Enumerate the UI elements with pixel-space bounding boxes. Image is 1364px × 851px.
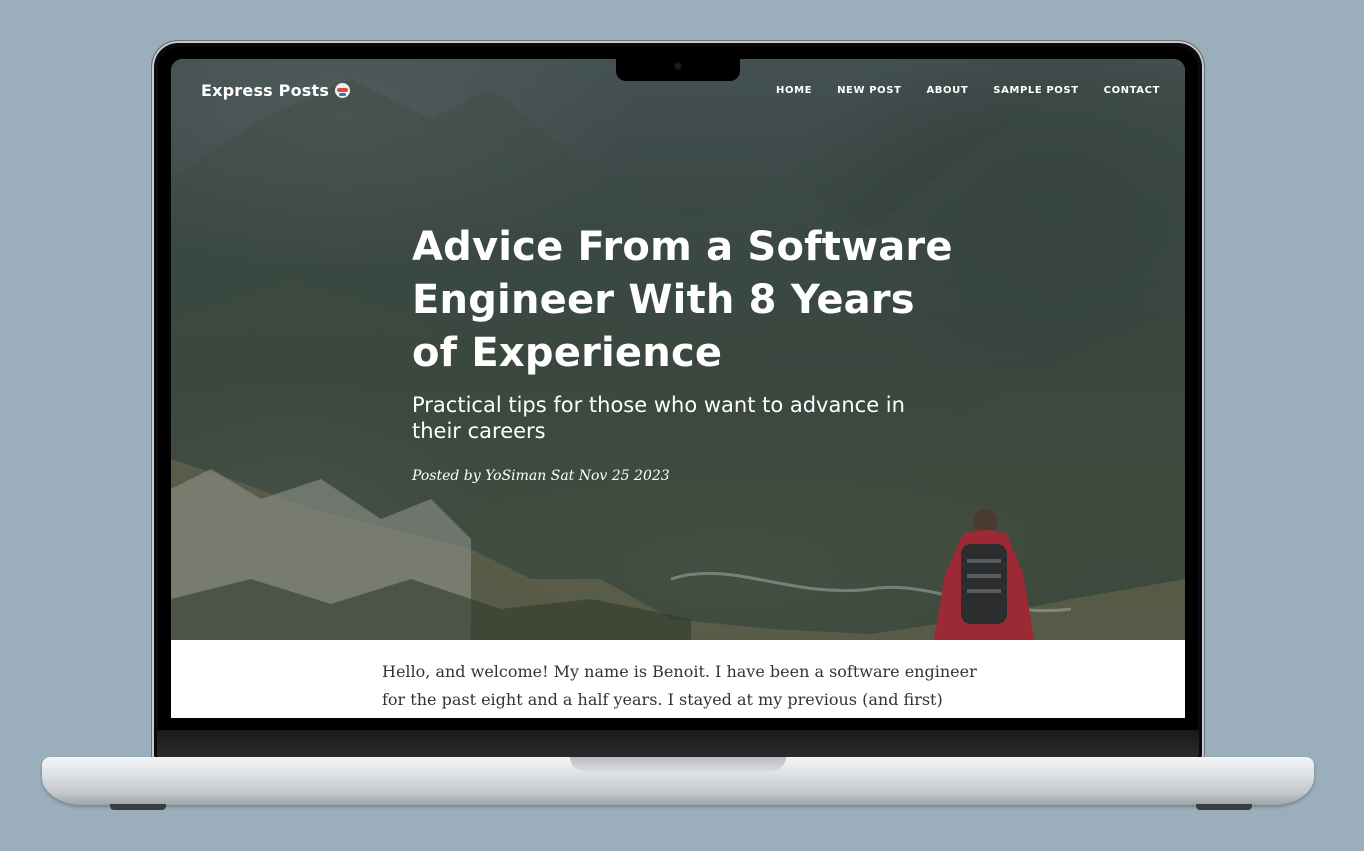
laptop-chin bbox=[157, 730, 1199, 758]
post-title: Advice From a Software Engineer With 8 Y… bbox=[412, 224, 953, 376]
post-body-paragraph: Hello, and welcome! My name is Benoit. I… bbox=[382, 662, 977, 709]
nav-item-new-post[interactable]: NEW POST bbox=[837, 85, 901, 96]
post-heading: Advice From a Software Engineer With 8 Y… bbox=[412, 221, 972, 484]
post-meta: Posted by YoSiman Sat Nov 25 2023 bbox=[412, 468, 670, 484]
laptop-screen: Express Posts HOME NEW POST ABOUT SAMPLE… bbox=[171, 59, 1185, 718]
brand-name[interactable]: Express Posts bbox=[201, 81, 329, 100]
nav-item-about[interactable]: ABOUT bbox=[926, 85, 968, 96]
robot-emoji-icon bbox=[335, 83, 351, 98]
laptop-foot-left bbox=[110, 804, 166, 810]
hiker-image bbox=[933, 509, 1035, 644]
post-subtitle: Practical tips for those who want to adv… bbox=[412, 393, 905, 443]
post-content: Hello, and welcome! My name is Benoit. I… bbox=[171, 640, 1185, 718]
laptop-base-groove bbox=[570, 757, 786, 771]
nav-item-sample-post[interactable]: SAMPLE POST bbox=[993, 85, 1078, 96]
site-brand[interactable]: Express Posts bbox=[201, 81, 351, 100]
nav-links: HOME NEW POST ABOUT SAMPLE POST CONTACT bbox=[776, 85, 1160, 96]
nav-item-contact[interactable]: CONTACT bbox=[1104, 85, 1160, 96]
laptop-foot-right bbox=[1196, 804, 1252, 810]
nav-item-home[interactable]: HOME bbox=[776, 85, 812, 96]
hero-header: Express Posts HOME NEW POST ABOUT SAMPLE… bbox=[171, 59, 1185, 644]
camera-icon bbox=[674, 62, 682, 70]
